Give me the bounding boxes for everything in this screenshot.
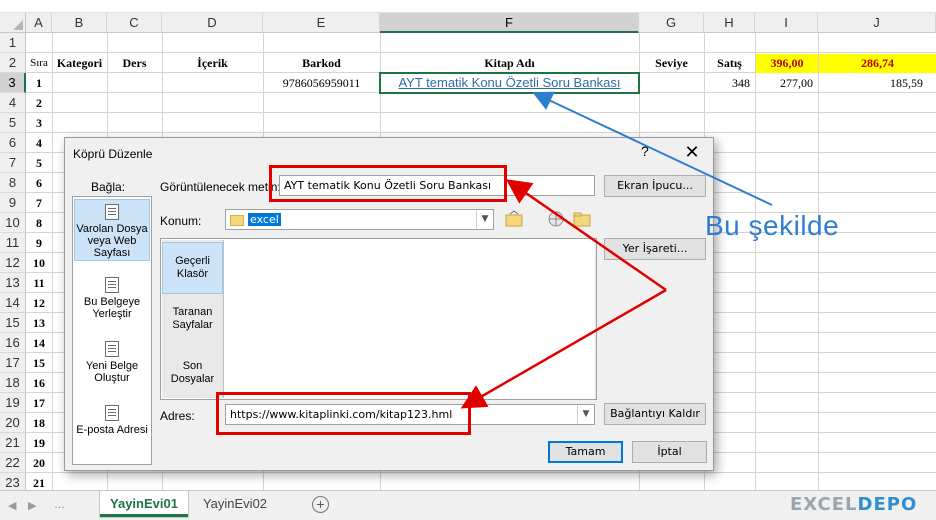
annotation-arrows [460,91,773,409]
red-arrow-to-display-text [505,179,667,292]
blue-arrow-to-hyperlink-cell [532,91,773,206]
excel-window: A B C D E F G H I J 1 2 3 4 5 6 7 8 9 10 11 12 13 14 1… [0,0,936,520]
red-arrow-to-address [460,288,667,409]
